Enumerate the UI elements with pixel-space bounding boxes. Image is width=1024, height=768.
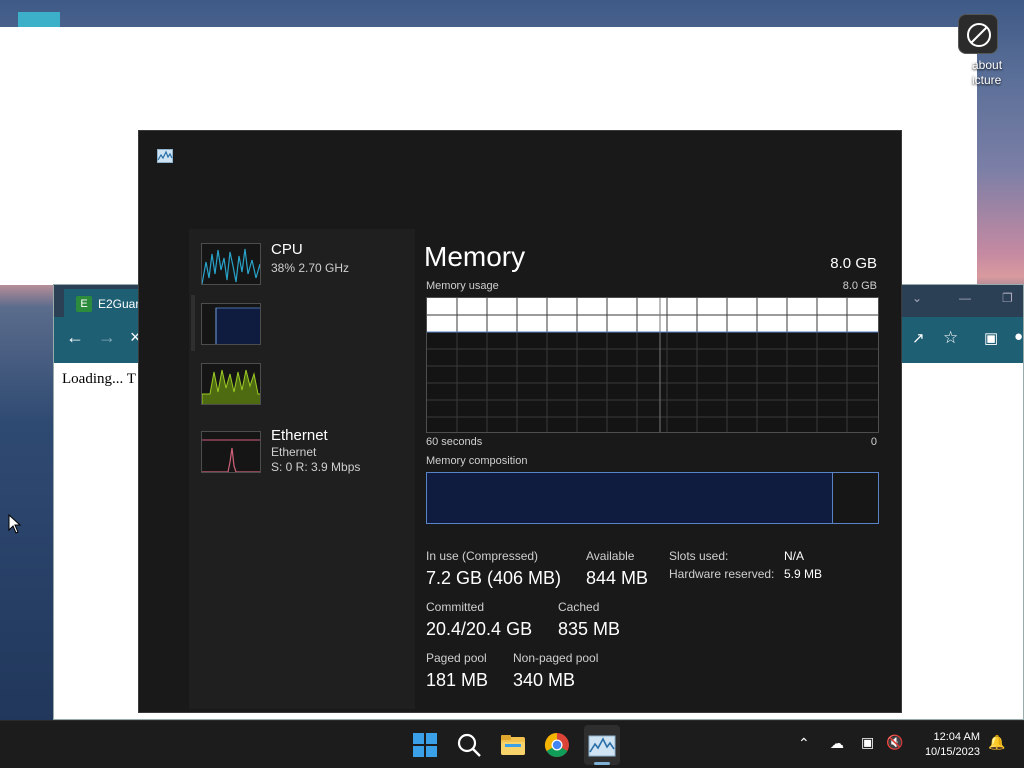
profile-icon[interactable]: ● xyxy=(1014,328,1023,345)
favorite-star-icon[interactable]: ☆ xyxy=(943,328,958,348)
paged-pool-label: Paged pool xyxy=(426,651,487,665)
committed-value: 20.4/20.4 GB xyxy=(426,619,533,639)
hardware-reserved-label: Hardware reserved: xyxy=(669,567,775,581)
sidebar-item-throughput: S: 0 R: 3.9 Mbps xyxy=(271,460,361,474)
graph-grid xyxy=(427,298,878,432)
sidebar-item-subtitle: 38% 2.70 GHz xyxy=(271,261,350,275)
gpu-mini-graph xyxy=(201,363,261,405)
ethernet-mini-graph xyxy=(201,431,261,473)
active-app-indicator xyxy=(594,762,610,765)
network-icon[interactable]: ▣ xyxy=(861,734,874,751)
committed-label: Committed xyxy=(426,600,485,614)
memory-composition-label: Memory composition xyxy=(426,455,528,467)
browser-tab[interactable]: E E2Guar xyxy=(64,289,144,317)
image-info-icon xyxy=(958,14,998,54)
clock-date: 10/15/2023 xyxy=(924,746,980,758)
in-use-label: In use (Compressed) xyxy=(426,549,539,563)
clock-time: 12:04 AM xyxy=(933,731,980,743)
desktop-icon-about-picture[interactable]: about icture xyxy=(952,10,1024,90)
search-icon[interactable] xyxy=(455,731,483,759)
available-label: Available xyxy=(586,549,635,563)
mouse-cursor-icon xyxy=(8,514,22,534)
selection-indicator xyxy=(191,295,195,351)
task-manager-icon xyxy=(588,735,616,757)
memory-mini-graph xyxy=(201,303,261,345)
minimize-button[interactable]: — xyxy=(959,291,971,305)
chrome-icon[interactable] xyxy=(543,731,571,759)
show-hidden-icons-chevron-icon[interactable]: ⌃ xyxy=(798,735,810,752)
volume-muted-icon[interactable]: 🔇 xyxy=(886,734,903,751)
slots-used-value: N/A xyxy=(784,549,805,563)
graph-time-right: 0 xyxy=(870,436,877,448)
sidebar-item-subtitle: Ethernet xyxy=(271,445,317,459)
start-windows-icon[interactable] xyxy=(411,731,439,759)
non-paged-pool-label: Non-paged pool xyxy=(513,651,599,665)
tab-list-chevron-icon[interactable]: ⌄ xyxy=(912,291,922,305)
graph-time-left: 60 seconds xyxy=(426,436,483,448)
memory-usage-graph xyxy=(426,297,879,433)
onedrive-cloud-icon[interactable]: ☁ xyxy=(830,735,844,752)
cached-value: 835 MB xyxy=(558,619,621,639)
in-use-value: 7.2 GB (406 MB) xyxy=(426,568,562,588)
memory-usage-max: 8.0 GB xyxy=(842,280,877,292)
memory-composition-bar xyxy=(426,472,879,524)
performance-sidebar: CPU 38% 2.70 GHz Ethernet Ethernet S: 0 … xyxy=(189,229,415,709)
sidebar-toggle-icon[interactable]: ▣ xyxy=(984,329,998,347)
task-manager-window: CPU 38% 2.70 GHz Ethernet Ethernet S: 0 … xyxy=(138,130,902,713)
sidebar-item-title: CPU xyxy=(271,241,303,258)
system-clock[interactable]: 12:04 AM 10/15/2023 xyxy=(925,730,980,760)
memory-usage-label: Memory usage xyxy=(426,280,499,292)
site-favicon-icon: E xyxy=(76,296,92,312)
memory-composition-in-use xyxy=(427,473,833,523)
restore-button[interactable]: ❐ xyxy=(1002,291,1013,305)
desktop-icon-label: about icture xyxy=(972,58,1003,87)
available-value: 844 MB xyxy=(586,568,649,588)
slots-used-label: Slots used: xyxy=(669,549,729,563)
cpu-mini-graph xyxy=(201,243,261,285)
browser-page-text: Loading... T xyxy=(62,371,136,387)
share-icon[interactable]: ↗ xyxy=(912,329,925,347)
forward-arrow-icon[interactable]: → xyxy=(98,327,116,348)
taskbar: ⌃ ☁ ▣ 🔇 12:04 AM 10/15/2023 🔔 xyxy=(0,720,1024,768)
memory-total: 8.0 GB xyxy=(830,255,877,272)
file-explorer-icon[interactable] xyxy=(499,731,527,759)
task-manager-app-icon xyxy=(157,149,173,163)
sidebar-item-title: Ethernet xyxy=(271,427,328,444)
page-title: Memory xyxy=(424,241,526,272)
notification-bell-icon[interactable]: 🔔 xyxy=(988,734,1005,751)
paged-pool-value: 181 MB xyxy=(426,670,489,690)
background-window-tab xyxy=(18,12,60,28)
hardware-reserved-value: 5.9 MB xyxy=(784,567,823,581)
cached-label: Cached xyxy=(558,600,600,614)
browser-tab-title: E2Guar xyxy=(98,297,140,311)
non-paged-pool-value: 340 MB xyxy=(513,670,576,690)
back-arrow-icon[interactable]: ← xyxy=(66,327,84,348)
